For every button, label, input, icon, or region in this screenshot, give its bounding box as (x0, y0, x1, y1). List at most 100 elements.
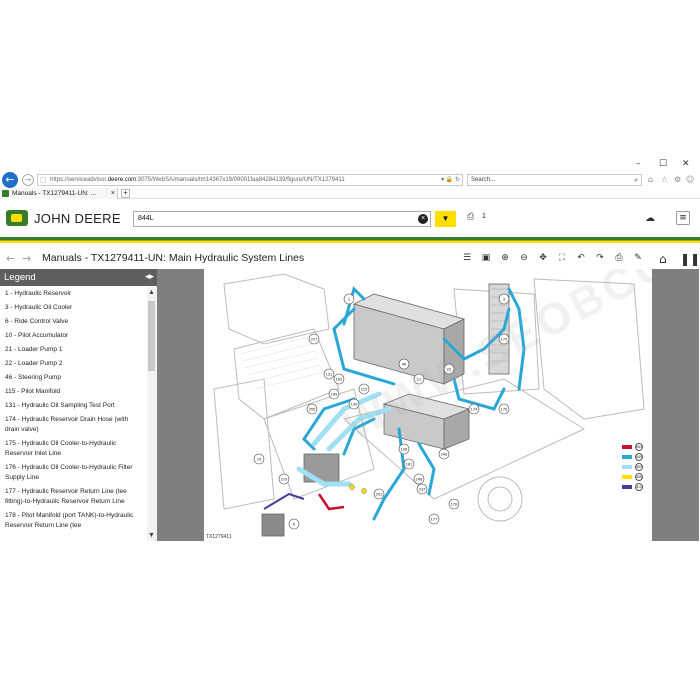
legend-item[interactable]: 174 - Hydraulic Reservoir Drain Hose (wi… (0, 413, 146, 437)
page-title: Manuals - TX1279411-UN: Main Hydraulic S… (42, 252, 305, 264)
callout-label: 177 (431, 517, 438, 522)
undo-icon[interactable]: ↶ (576, 253, 586, 264)
print-icon[interactable]: ⎙ (614, 253, 624, 264)
legend-header: Legend ◂▸ (0, 269, 157, 286)
close-tab-button[interactable]: × (111, 188, 115, 199)
legend-scrollbar[interactable]: ▲ ▼ (147, 287, 157, 541)
callout-label: 189 (331, 392, 338, 397)
callout-label: 46 (402, 362, 407, 367)
callout-255: 255 (306, 403, 318, 415)
cloud-off-icon[interactable]: ☁ (645, 213, 655, 224)
image-icon[interactable]: ▣ (481, 253, 491, 264)
legend-item[interactable]: 175 - Hydraulic Oil Cooler-to-Hydraulic … (0, 437, 146, 461)
address-actions[interactable]: ▾ 🔒 ↻ (441, 175, 460, 185)
menu-button[interactable]: ≡ (676, 211, 690, 225)
url-domain: deere.com (107, 177, 137, 183)
figure-id: TX1279411 (206, 534, 232, 540)
line-code: 889 (635, 463, 643, 471)
callout-3: 3 (498, 293, 510, 305)
star-icon[interactable]: ☆ (661, 175, 668, 184)
zoom-in-icon[interactable]: ⊕ (500, 253, 510, 264)
list-icon[interactable]: ☰ (462, 253, 472, 264)
minimize-button[interactable]: – (636, 159, 641, 169)
callout-237: 237 (416, 483, 428, 495)
callout-label: 10 (257, 457, 262, 462)
legend-item[interactable]: 176 - Hydraulic Oil Cooler-to-Hydraulic … (0, 461, 146, 485)
collapse-toggle-icon[interactable]: ◂▸ (145, 269, 154, 286)
history-back-icon[interactable]: ← (6, 252, 15, 265)
legend-item[interactable]: 10 - Pilot Accumulator (0, 329, 146, 343)
pan-icon[interactable]: ✥ (538, 253, 548, 264)
scroll-thumb[interactable] (148, 301, 155, 371)
callout-label: 193 (336, 377, 343, 382)
callout-label: 131 (326, 372, 333, 377)
cart-icon[interactable]: ⎙ (467, 212, 474, 222)
callout-label: 196 (401, 447, 408, 452)
legend-item[interactable]: 131 - Hydraulic Oil Sampling Test Port (0, 399, 146, 413)
legend-item[interactable]: 115 - Pilot Manifold (0, 385, 146, 399)
app-header: JOHN DEERE 844L × ▼ ⎙ 1 ☁ ≡ (0, 199, 700, 237)
back-button[interactable]: ← (2, 172, 18, 188)
maximize-button[interactable]: ☐ (659, 159, 667, 169)
new-tab-button[interactable]: + (121, 189, 130, 198)
tab-title: Manuals - TX1279411-UN: ... (12, 190, 96, 197)
legend-item[interactable]: 3 - Hydraulic Oil Cooler (0, 301, 146, 315)
callout-189: 189 (328, 388, 340, 400)
callout-label: 246 (441, 452, 448, 457)
search-icon[interactable]: ⌕ (634, 175, 638, 186)
callout-181: 181 (403, 458, 415, 470)
zoom-out-icon[interactable]: ⊖ (519, 253, 529, 264)
legend-item[interactable]: 178 - Pilot Manifold (port TANK)-to-Hydr… (0, 509, 146, 533)
forward-button[interactable]: → (22, 174, 34, 186)
callout-193: 193 (333, 373, 345, 385)
smiley-icon[interactable]: ☺ (686, 175, 694, 184)
callout-label: 178 (451, 502, 458, 507)
scroll-up-icon[interactable]: ▲ (148, 289, 155, 296)
callout-label: 201 (376, 492, 383, 497)
legend-item[interactable]: 46 - Steering Pump (0, 371, 146, 385)
home-icon[interactable]: ⌂ (648, 175, 653, 184)
annotate-icon[interactable]: ✎ (633, 253, 643, 264)
home-icon[interactable]: ⌂ (659, 252, 667, 266)
legend-item[interactable]: 177 - Hydraulic Reservoir Return Line (t… (0, 485, 146, 509)
legend-title: Legend (4, 272, 36, 283)
pause-icon[interactable]: ❚❚ (680, 252, 700, 266)
clear-icon[interactable]: × (418, 214, 428, 224)
john-deere-logo-icon[interactable] (6, 210, 28, 226)
callout-6: 6 (288, 518, 300, 530)
callout-248: 248 (413, 473, 425, 485)
model-search-input[interactable]: 844L × (133, 211, 431, 227)
callout-176: 176 (498, 403, 510, 415)
page-icon: ⬚ (40, 177, 47, 184)
address-row: ← → ⬚ https://serviceadvisor.deere.com:3… (0, 172, 700, 188)
browser-tab[interactable]: Manuals - TX1279411-UN: ... × (0, 188, 118, 199)
close-window-button[interactable]: ✕ (682, 159, 690, 169)
fit-screen-icon[interactable]: ⛶ (557, 253, 567, 264)
line-swatch (622, 455, 632, 459)
model-dropdown-button[interactable]: ▼ (435, 211, 456, 227)
address-bar[interactable]: ⬚ https://serviceadvisor.deere.com:3075/… (37, 174, 463, 186)
history-forward-icon[interactable]: → (22, 252, 31, 265)
browser-search-input[interactable]: Search... ⌕ (467, 174, 642, 186)
callout-label: 227 (311, 337, 318, 342)
scroll-down-icon[interactable]: ▼ (148, 532, 155, 539)
legend-item[interactable]: 21 - Loader Pump 1 (0, 343, 146, 357)
legend-item[interactable]: 1 - Hydraulic Reservoir (0, 287, 146, 301)
legend-item[interactable]: 22 - Loader Pump 2 (0, 357, 146, 371)
brand-name[interactable]: JOHN DEERE (34, 211, 121, 226)
callout-label: 181 (406, 462, 413, 467)
callout-246: 246 (438, 448, 450, 460)
figure-canvas[interactable]: 1 3 6 10 21 22 46 115 131 174 175 176 177 178 181 189 19… (204, 269, 652, 541)
legend-item[interactable]: 6 - Ride Control Valve (0, 315, 146, 329)
callout-label: 174 (471, 407, 478, 412)
gear-icon[interactable]: ⚙ (674, 175, 681, 184)
callout-46: 46 (398, 358, 410, 370)
callout-label: 219 (281, 477, 288, 482)
line-swatch (622, 485, 632, 489)
legend-list: 1 - Hydraulic Reservoir 3 - Hydraulic Oil… (0, 287, 146, 541)
line-swatch (622, 465, 632, 469)
line-code: 883 (635, 443, 643, 451)
callout-201: 201 (373, 488, 385, 500)
screenshot: – ☐ ✕ ← → ⬚ https://serviceadvisor.deere… (0, 158, 700, 541)
redo-icon[interactable]: ↷ (595, 253, 605, 264)
